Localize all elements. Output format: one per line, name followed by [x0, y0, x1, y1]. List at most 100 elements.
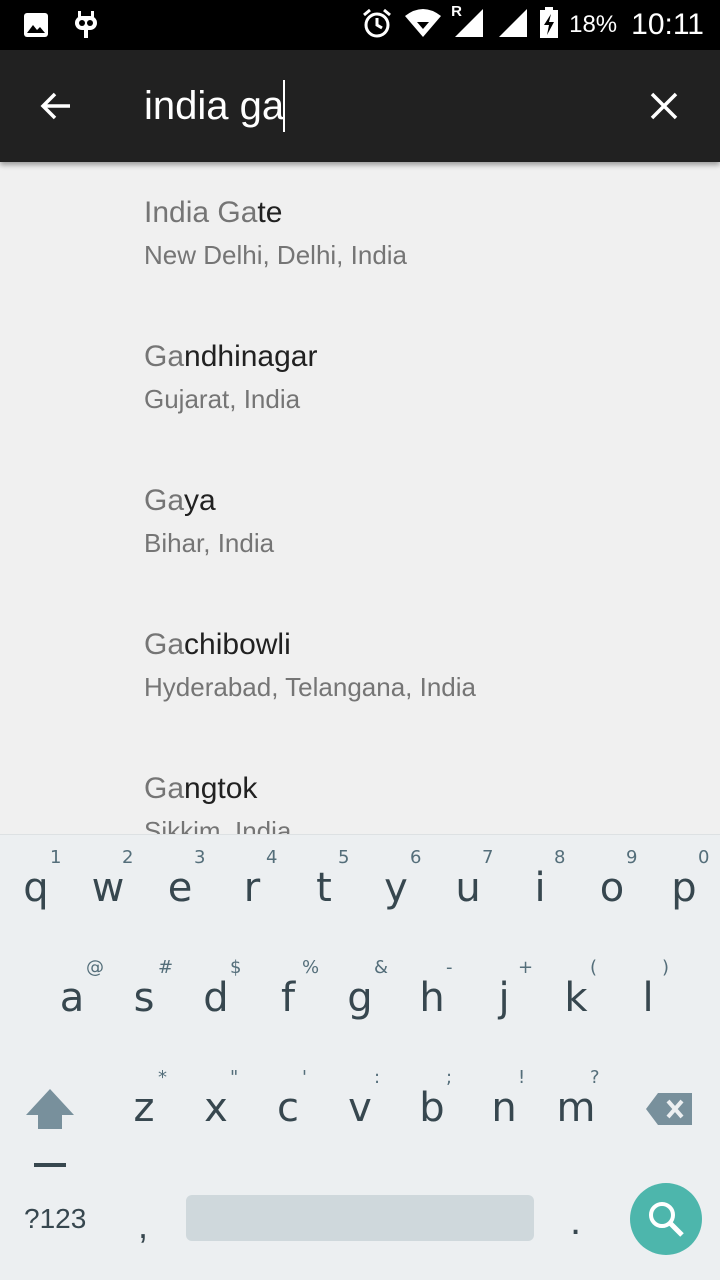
search-input[interactable] [144, 80, 624, 132]
shift-icon [26, 1089, 74, 1167]
key-hint: + [518, 957, 534, 978]
key-v[interactable]: v: [324, 1055, 396, 1163]
symbols-key[interactable]: ?123 [24, 1203, 86, 1235]
key-hint: ( [590, 957, 598, 978]
key-hint: $ [230, 957, 242, 978]
close-icon [650, 92, 678, 120]
key-x[interactable]: x " [180, 1055, 252, 1163]
list-item[interactable]: Gachibowli Hyderabad, Telangana, India [0, 594, 720, 738]
key-hint: 6 [410, 847, 422, 868]
list-item[interactable]: Gandhinagar Gujarat, India [0, 306, 720, 450]
key-q[interactable]: q1 [0, 835, 72, 943]
list-item[interactable]: India Gate New Delhi, Delhi, India [0, 162, 720, 306]
key-hint: 0 [698, 847, 710, 868]
result-subtitle: Bihar, India [144, 528, 275, 558]
key-label: t [316, 865, 332, 911]
list-item[interactable]: Gaya Bihar, India [0, 450, 720, 594]
shift-key[interactable] [14, 1055, 86, 1167]
key-j[interactable]: j + [468, 945, 540, 1053]
key-hint: ! [518, 1067, 526, 1088]
key-hint: % [302, 957, 320, 978]
result-subtitle: Sikkim, India [144, 816, 292, 834]
space-key[interactable] [186, 1195, 534, 1241]
key-i[interactable]: i8 [504, 835, 576, 943]
search-key[interactable] [630, 1183, 702, 1255]
comma-key[interactable]: , [138, 1205, 148, 1247]
search-icon [649, 1202, 684, 1237]
key-hint: " [230, 1067, 239, 1088]
key-a[interactable]: a @ [36, 945, 108, 1053]
key-hint: 7 [482, 847, 494, 868]
key-g[interactable]: g & [324, 945, 396, 1053]
key-f[interactable]: f% [252, 945, 324, 1053]
key-label: a [59, 975, 85, 1021]
key-w[interactable]: w2 [72, 835, 144, 943]
key-u[interactable]: u7 [432, 835, 504, 943]
result-subtitle: New Delhi, Delhi, India [144, 240, 408, 270]
key-label: h [419, 975, 445, 1021]
key-label: c [277, 1085, 299, 1131]
delete-key[interactable] [634, 1055, 706, 1163]
clear-button[interactable] [630, 72, 698, 140]
wifi-icon [403, 8, 443, 43]
key-label: x [204, 1085, 228, 1131]
key-h[interactable]: h- [396, 945, 468, 1053]
key-n[interactable]: n! [468, 1055, 540, 1163]
key-b[interactable]: b; [396, 1055, 468, 1163]
key-hint: & [374, 957, 389, 978]
key-hint: : [374, 1067, 381, 1088]
key-hint: - [446, 957, 453, 978]
clock: 10:11 [631, 8, 704, 41]
result-title: India Gate [144, 196, 283, 229]
key-c[interactable]: c ' [252, 1055, 324, 1163]
key-hint: 8 [554, 847, 566, 868]
key-y[interactable]: y6 [360, 835, 432, 943]
result-subtitle: Hyderabad, Telangana, India [144, 672, 476, 702]
key-hint: @ [86, 957, 104, 978]
key-e[interactable]: e3 [144, 835, 216, 943]
key-label: p [671, 865, 697, 911]
key-hint: ; [446, 1067, 453, 1088]
backspace-icon [646, 1093, 692, 1125]
key-hint: 5 [338, 847, 350, 868]
cyanogen-icon [72, 10, 100, 45]
key-hint: ? [590, 1067, 600, 1088]
key-label: q [23, 865, 49, 911]
suggestions-list: India Gate New Delhi, Delhi, India Gandh… [0, 162, 720, 834]
key-label: g [347, 975, 373, 1021]
key-z[interactable]: z * [108, 1055, 180, 1163]
key-hint: 1 [50, 847, 62, 868]
key-l[interactable]: l) [612, 945, 684, 1053]
search-toolbar [0, 50, 720, 162]
image-icon [22, 11, 50, 44]
key-label: d [203, 975, 229, 1021]
key-t[interactable]: t5 [288, 835, 360, 943]
key-label: l [642, 975, 654, 1021]
key-label: n [491, 1085, 517, 1131]
key-p[interactable]: p0 [648, 835, 720, 943]
key-label: u [455, 865, 481, 911]
key-m[interactable]: m? [540, 1055, 612, 1163]
key-label: e [167, 865, 193, 911]
status-bar: R 18% 10:11 [0, 0, 720, 50]
list-item[interactable]: Gangtok Sikkim, India [0, 738, 720, 834]
result-subtitle: Gujarat, India [144, 384, 301, 414]
key-k[interactable]: k( [540, 945, 612, 1053]
key-r[interactable]: r4 [216, 835, 288, 943]
battery-percent: 18% [569, 11, 618, 38]
key-label: s [133, 975, 155, 1021]
network-type-label: R [451, 2, 462, 20]
key-hint: 4 [266, 847, 278, 868]
key-d[interactable]: d $ [180, 945, 252, 1053]
key-label: y [384, 865, 408, 911]
back-button[interactable] [22, 72, 90, 140]
period-key[interactable]: . [570, 1199, 581, 1244]
key-label: b [419, 1085, 445, 1131]
key-s[interactable]: s # [108, 945, 180, 1053]
key-label: v [348, 1085, 372, 1131]
key-hint: * [158, 1067, 167, 1088]
result-title: Gangtok [144, 772, 258, 805]
key-hint: 9 [626, 847, 638, 868]
key-label: j [498, 975, 510, 1021]
key-o[interactable]: o9 [576, 835, 648, 943]
